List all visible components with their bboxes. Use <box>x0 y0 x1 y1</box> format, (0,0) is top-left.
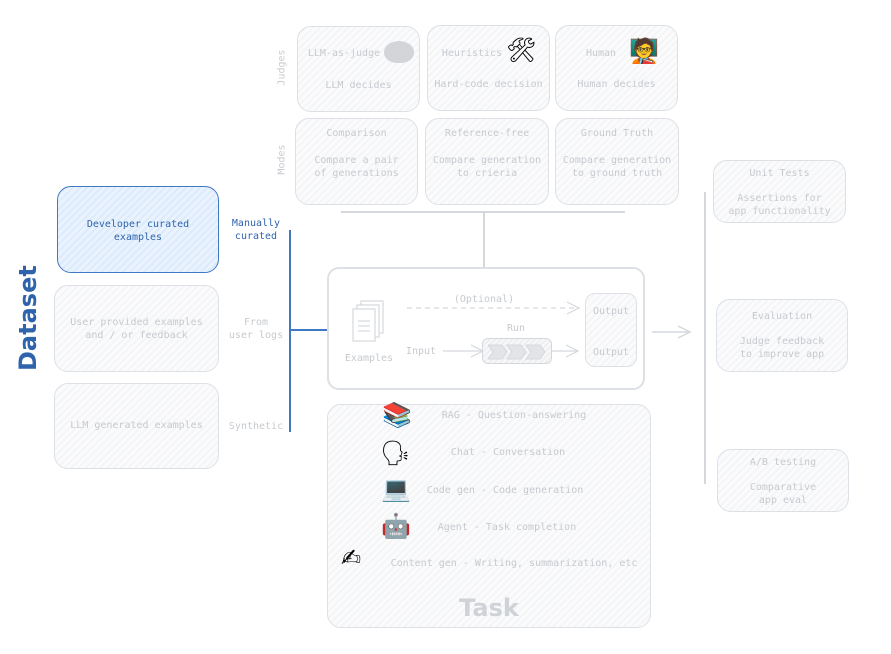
examples-label: Examples <box>344 353 394 364</box>
app-title: A/B testing <box>749 457 817 468</box>
dataset-bracket-vertical <box>289 230 291 432</box>
dataset-source-text: User provided examples and / or feedback <box>70 317 203 341</box>
dataset-source-text: LLM generated examples <box>70 420 203 431</box>
judge-llm-as-judge[interactable]: LLM-as-judge LLM decides <box>297 26 420 112</box>
run-block[interactable] <box>482 338 552 364</box>
judge-heuristics[interactable]: Heuristics 🛠 Hard-code decision <box>427 25 550 111</box>
modes-connector-vertical <box>483 212 485 267</box>
app-desc: Assertions for app functionality <box>728 193 831 217</box>
mode-comparison[interactable]: Comparison Compare a pair of generations <box>295 118 418 205</box>
documents-icon <box>352 300 384 342</box>
dataset-bracket-connector <box>290 329 327 331</box>
app-unit-tests[interactable]: Unit Tests Assertions for app functional… <box>713 160 846 223</box>
task-title: Task <box>459 594 519 622</box>
task-box: 📚 RAG - Question-answering 🗣 Chat - Conv… <box>327 401 651 628</box>
task-item-label: RAG - Question-answering <box>441 410 587 421</box>
task-item-label: Agent - Task completion <box>437 522 577 533</box>
app-desc: Comparative app eval <box>749 482 817 506</box>
dataset-source-label: Manually curated <box>231 218 281 242</box>
robot-icon: 🤖 <box>381 512 411 540</box>
dataset-source-label: Synthetic <box>228 421 284 432</box>
judge-human[interactable]: Human 🧑‍🏫 Human decides <box>555 25 678 111</box>
judge-title: Human <box>585 48 617 59</box>
app-ab-testing[interactable]: A/B testing Comparative app eval <box>717 449 849 512</box>
books-icon: 📚 <box>382 401 412 429</box>
run-label: Run <box>506 323 526 334</box>
task-item-label: Chat - Conversation <box>450 447 566 458</box>
dataset-title: Dataset <box>14 265 42 371</box>
dataset-source-user-provided[interactable]: User provided examples and / or feedback <box>54 285 219 372</box>
mode-title: Reference-free <box>444 128 530 139</box>
judges-row-label: Judges <box>276 49 288 86</box>
mode-ground-truth[interactable]: Ground Truth Compare generation to groun… <box>555 118 679 205</box>
task-item-label: Content gen - Writing, summarization, et… <box>390 558 638 569</box>
mode-title: Comparison <box>326 128 387 139</box>
pipeline-to-apps-arrow <box>652 325 692 339</box>
app-title: Evaluation <box>751 311 813 322</box>
app-title: Unit Tests <box>749 168 810 179</box>
mode-desc: Compare generation to crieria <box>432 155 542 179</box>
mode-desc: Compare generation to ground truth <box>562 155 672 179</box>
judge-title: LLM-as-judge <box>307 48 381 59</box>
judge-title: Heuristics <box>441 48 503 59</box>
dataset-source-developer-curated[interactable]: Developer curated examples <box>57 186 219 273</box>
dataset-source-label: From user logs <box>228 317 284 341</box>
task-item-label: Code gen - Code generation <box>426 485 584 496</box>
brain-icon <box>384 41 414 63</box>
optional-dashed-arrow <box>407 301 581 315</box>
apps-bracket-vertical <box>704 192 706 484</box>
speaking-head-icon: 🗣 <box>380 439 411 467</box>
mode-title: Ground Truth <box>580 128 654 139</box>
app-desc: Judge feedback to improve app <box>739 336 825 360</box>
judge-desc: Hard-code decision <box>434 79 543 90</box>
dataset-source-text: Developer curated examples <box>86 219 190 243</box>
dataset-source-llm-generated[interactable]: LLM generated examples <box>54 383 219 469</box>
mode-reference-free[interactable]: Reference-free Compare generation to cri… <box>425 118 549 205</box>
laptop-icon: 💻 <box>381 475 411 503</box>
output-top-label: Output <box>592 306 630 317</box>
judge-desc: LLM decides <box>325 80 392 91</box>
hammer-wrench-icon: 🛠 <box>506 36 537 64</box>
run-chevrons-icon <box>488 344 546 360</box>
input-arrow <box>443 344 485 358</box>
modes-row-label: Modes <box>276 144 288 175</box>
writing-hand-icon: ✍ <box>341 544 362 572</box>
teacher-icon: 🧑‍🏫 <box>629 37 659 65</box>
mode-desc: Compare a pair of generations <box>314 155 399 179</box>
run-output-arrow <box>552 344 580 358</box>
judge-desc: Human decides <box>577 79 656 90</box>
output-bottom-label: Output <box>592 347 630 358</box>
input-label: Input <box>405 346 437 357</box>
outputs-box: Output Output <box>585 293 637 367</box>
app-evaluation[interactable]: Evaluation Judge feedback to improve app <box>716 299 848 372</box>
pipeline-box: Examples (Optional) Run Input Output Out… <box>327 267 645 390</box>
